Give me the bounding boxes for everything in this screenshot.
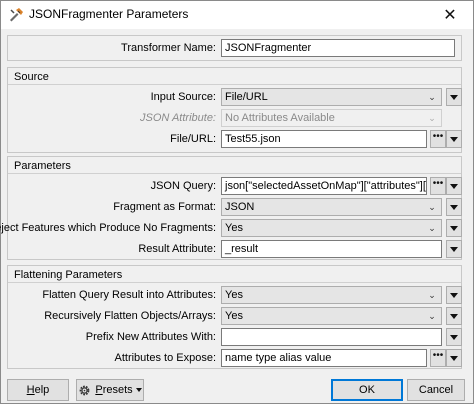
transformer-name-input[interactable]: JSONFragmenter (221, 39, 455, 57)
triangle-down-icon (450, 183, 458, 189)
fragment-format-select[interactable]: JSON ⌄ (221, 198, 442, 216)
reject-features-select[interactable]: Yes ⌄ (221, 219, 442, 237)
recursive-flatten-select[interactable]: Yes ⌄ (221, 307, 442, 325)
window-title: JSONFragmenter Parameters (29, 7, 189, 21)
reject-features-label: Reject Features which Produce No Fragmen… (0, 222, 216, 234)
triangle-down-icon (450, 246, 458, 252)
triangle-down-icon (450, 334, 458, 340)
flatten-query-menu-button[interactable] (446, 286, 462, 304)
json-attribute-select[interactable]: No Attributes Available ⌄ (221, 109, 442, 127)
fragment-format-menu-button[interactable] (446, 198, 462, 216)
help-mnemonic: H (26, 384, 35, 396)
flattening-section-title: Flattening Parameters (14, 269, 123, 281)
json-query-edit-button[interactable]: ••• (430, 177, 446, 195)
file-url-browse-button[interactable]: ••• (430, 130, 446, 148)
flatten-query-select[interactable]: Yes ⌄ (221, 286, 442, 304)
ellipsis-icon: ••• (432, 131, 444, 142)
chevron-down-icon: ⌄ (428, 202, 436, 212)
json-attribute-label: JSON Attribute: (139, 112, 216, 124)
triangle-down-icon (450, 94, 458, 100)
expose-menu-button[interactable] (446, 349, 462, 367)
triangle-down-icon (450, 313, 458, 319)
flattening-panel: Flattening Parameters Flatten Query Resu… (7, 265, 462, 369)
gear-icon (79, 385, 90, 395)
expose-edit-button[interactable]: ••• (430, 349, 446, 367)
result-attribute-menu-button[interactable] (446, 240, 462, 258)
chevron-down-icon: ⌄ (428, 311, 436, 321)
triangle-down-icon (135, 388, 142, 392)
source-panel: Source Input Source: File/URL ⌄ JSON Att… (7, 67, 462, 153)
input-source-value: File/URL (225, 91, 268, 103)
triangle-down-icon (450, 292, 458, 298)
json-query-menu-button[interactable] (446, 177, 462, 195)
presets-label: resets (102, 384, 133, 396)
reject-features-menu-button[interactable] (446, 219, 462, 237)
fragment-format-value: JSON (225, 201, 255, 213)
close-button[interactable]: ✕ (427, 1, 473, 29)
fme-tools-icon (10, 8, 23, 22)
help-label: elp (34, 384, 50, 396)
chevron-down-icon: ⌄ (428, 92, 436, 102)
presets-button[interactable]: Presets (76, 379, 144, 401)
input-source-menu-button[interactable] (446, 88, 462, 106)
help-button[interactable]: Help (7, 379, 69, 401)
presets-mnemonic: P (95, 384, 103, 396)
prefix-label: Prefix New Attributes With: (85, 331, 216, 343)
expose-input[interactable]: name type alias value (221, 349, 427, 367)
recursive-flatten-value: Yes (225, 310, 243, 322)
file-url-input[interactable]: Test55.json (221, 130, 427, 148)
ellipsis-icon: ••• (432, 350, 444, 361)
input-source-select[interactable]: File/URL ⌄ (221, 88, 442, 106)
prefix-menu-button[interactable] (446, 328, 462, 346)
json-attribute-value: No Attributes Available (225, 112, 335, 124)
flatten-query-value: Yes (225, 289, 243, 301)
reject-features-value: Yes (225, 222, 243, 234)
chevron-down-icon: ⌄ (428, 113, 436, 123)
triangle-down-icon (450, 136, 458, 142)
chevron-down-icon: ⌄ (428, 223, 436, 233)
recursive-flatten-label: Recursively Flatten Objects/Arrays: (44, 310, 216, 322)
file-url-menu-button[interactable] (446, 130, 462, 148)
file-url-label: File/URL: (170, 133, 216, 145)
fragment-format-label: Fragment as Format: (113, 201, 216, 213)
flatten-query-label: Flatten Query Result into Attributes: (42, 289, 216, 301)
json-query-label: JSON Query: (150, 180, 216, 192)
transformer-name-label: Transformer Name: (121, 42, 216, 54)
input-source-label: Input Source: (150, 91, 216, 103)
expose-label: Attributes to Expose: (114, 352, 217, 364)
triangle-down-icon (450, 204, 458, 210)
cancel-label: Cancel (418, 384, 454, 396)
cancel-button[interactable]: Cancel (407, 379, 465, 401)
chevron-down-icon: ⌄ (428, 290, 436, 300)
close-icon: ✕ (443, 7, 457, 24)
parameters-section-title: Parameters (14, 160, 71, 172)
ellipsis-icon: ••• (432, 178, 444, 189)
parameters-panel: Parameters JSON Query: json["selectedAss… (0, 156, 462, 260)
ok-button[interactable]: OK (331, 379, 403, 401)
result-attribute-input[interactable]: _result (221, 240, 442, 258)
json-query-input[interactable]: json["selectedAssetOnMap"]["attributes"]… (221, 177, 427, 195)
prefix-input[interactable] (221, 328, 442, 346)
recursive-flatten-menu-button[interactable] (446, 307, 462, 325)
triangle-down-icon (450, 355, 458, 361)
result-attribute-label: Result Attribute: (138, 243, 216, 255)
triangle-down-icon (450, 225, 458, 231)
dialog-window: JSONFragmenter Parameters ✕ Transformer … (0, 0, 474, 404)
title-bar: JSONFragmenter Parameters ✕ (1, 1, 473, 29)
ok-label: OK (359, 384, 375, 396)
transformer-panel: Transformer Name: JSONFragmenter (7, 35, 462, 61)
source-section-title: Source (14, 71, 49, 83)
